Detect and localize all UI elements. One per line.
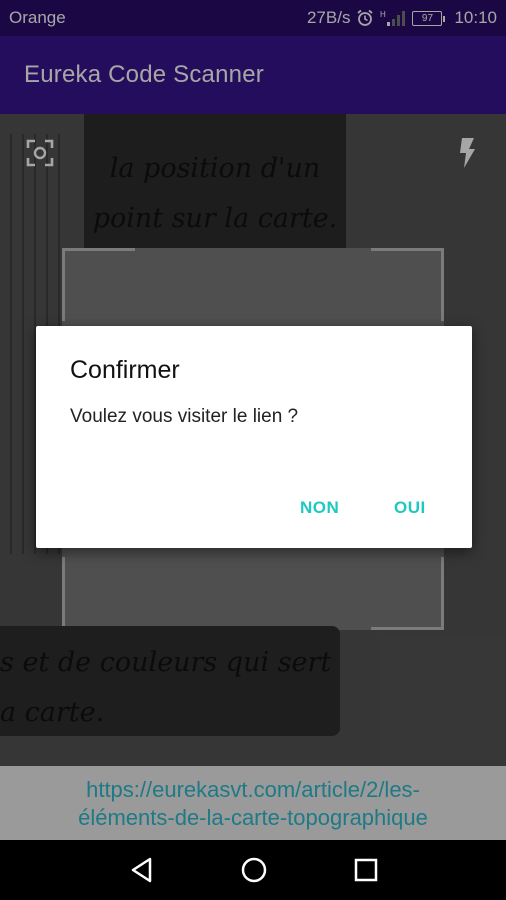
scan-result-link[interactable]: https://eurekasvt.com/article/2/les- élé… — [0, 766, 506, 840]
dialog-message: Voulez vous visiter le lien ? — [70, 406, 299, 427]
home-icon[interactable] — [239, 855, 269, 885]
recents-icon[interactable] — [351, 855, 381, 885]
confirm-dialog: Confirmer Voulez vous visiter le lien ? … — [36, 326, 472, 548]
navigation-bar — [0, 840, 506, 900]
oui-button[interactable]: OUI — [394, 498, 426, 518]
dialog-title: Confirmer — [70, 356, 180, 384]
back-icon[interactable] — [127, 855, 157, 885]
result-url-line: éléments-de-la-carte-topographique — [78, 805, 428, 830]
result-url-line: https://eurekasvt.com/article/2/les- — [86, 777, 420, 802]
non-button[interactable]: NON — [300, 498, 339, 518]
